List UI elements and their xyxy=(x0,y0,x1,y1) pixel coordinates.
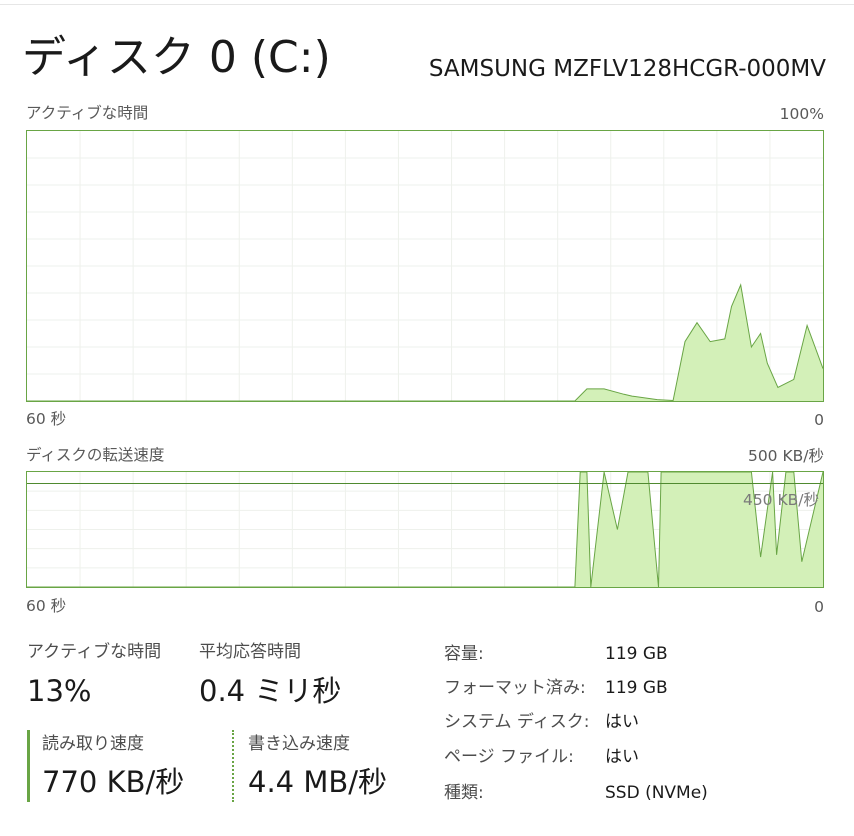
transfer-graph-right-axis: 0 xyxy=(814,598,824,616)
read-speed-label: 読み取り速度 xyxy=(42,734,144,754)
active-time-series-area xyxy=(27,284,823,401)
avg-response-stat-label: 平均応答時間 xyxy=(199,642,301,662)
prop-formatted-value: 119 GB xyxy=(605,678,668,698)
transfer-graph-left-axis: 60 秒 xyxy=(26,597,67,615)
active-time-graph-left-axis: 60 秒 xyxy=(26,410,67,428)
active-time-graph-right-axis: 0 xyxy=(814,411,824,429)
transfer-graph-label: ディスクの転送速度 xyxy=(26,446,165,464)
active-time-graph-max: 100% xyxy=(779,105,824,123)
active-time-graph-svg xyxy=(27,131,823,401)
transfer-graph-svg xyxy=(27,472,823,587)
active-time-graph xyxy=(26,130,824,402)
write-speed-label: 書き込み速度 xyxy=(248,734,350,754)
prop-type-value: SSD (NVMe) xyxy=(605,783,708,803)
top-divider xyxy=(0,4,854,5)
prop-system-disk-value: はい xyxy=(605,712,639,732)
write-speed-value: 4.4 MB/秒 xyxy=(248,765,388,799)
prop-formatted-key: フォーマット済み: xyxy=(444,678,586,698)
transfer-reference-label: 450 KB/秒 xyxy=(742,491,819,509)
transfer-graph-max: 500 KB/秒 xyxy=(747,447,824,465)
write-speed-indicator xyxy=(232,730,234,802)
prop-page-file-key: ページ ファイル: xyxy=(444,747,574,767)
prop-type-key: 種類: xyxy=(444,783,484,803)
prop-system-disk-key: システム ディスク: xyxy=(444,712,590,732)
disk-title: ディスク 0 (C:) xyxy=(22,32,331,83)
read-speed-indicator xyxy=(27,730,30,802)
read-speed-value: 770 KB/秒 xyxy=(42,765,185,799)
active-time-stat-label: アクティブな時間 xyxy=(27,642,162,662)
active-time-stat-value: 13% xyxy=(27,674,92,708)
transfer-graph: 450 KB/秒 xyxy=(26,471,824,588)
prop-capacity-value: 119 GB xyxy=(605,644,668,664)
disk-model: SAMSUNG MZFLV128HCGR-000MV xyxy=(428,56,826,82)
prop-page-file-value: はい xyxy=(605,747,639,767)
avg-response-stat-value: 0.4 ミリ秒 xyxy=(199,674,342,708)
prop-capacity-key: 容量: xyxy=(444,644,484,664)
active-time-graph-label: アクティブな時間 xyxy=(26,104,149,122)
